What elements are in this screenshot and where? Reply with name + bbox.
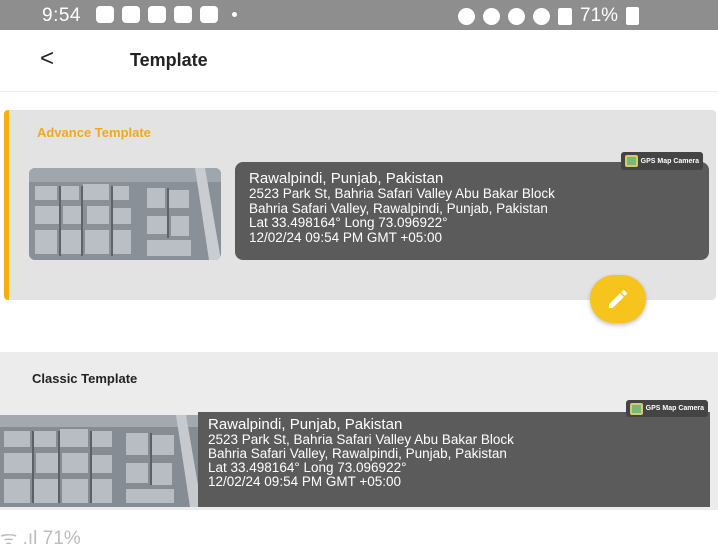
signal-icon bbox=[558, 7, 572, 25]
app-bar: < Template bbox=[0, 30, 718, 92]
gps-map-camera-badge: GPS Map Camera bbox=[620, 152, 703, 170]
location-datetime: 12/02/24 09:54 PM GMT +05:00 bbox=[249, 229, 443, 245]
overlay-fragment-text: ᯤ .ıl 71% bbox=[0, 528, 81, 544]
location-region: Bahria Safari Valley, Rawalpindi, Punjab… bbox=[249, 200, 548, 216]
location-info-box: GPS Map Camera Rawalpindi, Punjab, Pakis… bbox=[198, 400, 710, 507]
status-time: 9:54 bbox=[42, 5, 81, 26]
satellite-map-image bbox=[0, 415, 198, 507]
map-thumbnail bbox=[29, 168, 221, 260]
badge-label: GPS Map Camera bbox=[640, 157, 699, 165]
system-icons: 71% bbox=[458, 5, 640, 27]
dot-icon bbox=[232, 12, 237, 17]
page-title: Template bbox=[130, 50, 208, 70]
battery-icon bbox=[626, 7, 640, 25]
alarm-icon bbox=[483, 7, 500, 25]
location-city: Rawalpindi, Punjab, Pakistan bbox=[208, 416, 403, 433]
status-bar: 9:54 71% bbox=[0, 0, 718, 30]
location-address: 2523 Park St, Bahria Safari Valley Abu B… bbox=[208, 432, 514, 447]
classic-template-card[interactable]: Classic Template GPS Map Camera Rawalpin… bbox=[0, 352, 718, 510]
location-datetime: 12/02/24 09:54 PM GMT +05:00 bbox=[208, 474, 402, 489]
advance-template-card[interactable]: Advance Template GPS Map Camera Rawalpin… bbox=[4, 110, 716, 300]
youtube-icon bbox=[122, 6, 140, 23]
location-info-box: GPS Map Camera Rawalpindi, Punjab, Pakis… bbox=[235, 152, 709, 260]
gps-map-camera-badge: GPS Map Camera bbox=[625, 400, 708, 417]
battery-percent: 71% bbox=[580, 5, 619, 26]
classic-template-label: Classic Template bbox=[32, 371, 138, 386]
shopping-bag-icon bbox=[200, 6, 218, 23]
badge-label: GPS Map Camera bbox=[645, 405, 704, 412]
location-icon bbox=[508, 7, 525, 25]
facebook-icon bbox=[96, 6, 114, 23]
tiktok-icon bbox=[148, 6, 166, 23]
location-coordinates: Lat 33.498164° Long 73.096922° bbox=[208, 460, 407, 475]
tiktok-icon bbox=[174, 6, 192, 23]
notification-icons bbox=[96, 6, 237, 23]
status-overlay-fragment: ᯤ .ıl 71% bbox=[0, 520, 172, 544]
camera-icon bbox=[458, 7, 475, 25]
location-city: Rawalpindi, Punjab, Pakistan bbox=[249, 170, 444, 187]
advance-template-label: Advance Template bbox=[37, 125, 151, 140]
pencil-icon bbox=[609, 289, 628, 308]
location-address: 2523 Park St, Bahria Safari Valley Abu B… bbox=[249, 186, 555, 201]
gps-map-camera-icon bbox=[629, 402, 643, 415]
map-thumbnail bbox=[0, 415, 198, 507]
wifi-icon bbox=[533, 7, 550, 25]
location-coordinates: Lat 33.498164° Long 73.096922° bbox=[249, 215, 448, 230]
location-region: Bahria Safari Valley, Rawalpindi, Punjab… bbox=[208, 446, 507, 461]
edit-template-button[interactable] bbox=[590, 275, 646, 323]
gps-map-camera-icon bbox=[624, 155, 638, 167]
back-arrow-icon[interactable]: < bbox=[40, 44, 70, 74]
location-text: Rawalpindi, Punjab, Pakistan 2523 Park S… bbox=[249, 170, 555, 245]
location-text: Rawalpindi, Punjab, Pakistan 2523 Park S… bbox=[208, 417, 514, 489]
satellite-map-image bbox=[29, 168, 221, 260]
